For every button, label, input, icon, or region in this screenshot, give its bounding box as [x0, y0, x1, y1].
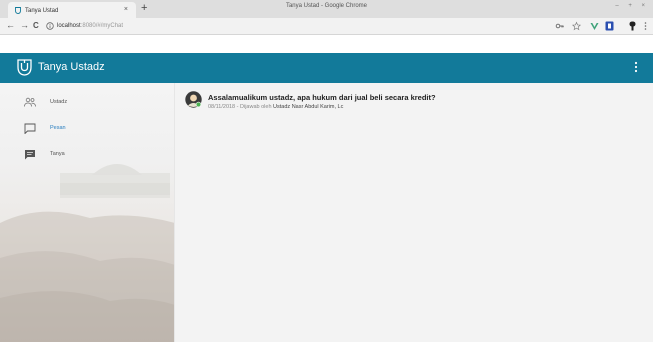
reload-button[interactable]: C [33, 21, 39, 30]
sidebar: Ustadz Pesan Tanya [0, 83, 175, 342]
info-icon[interactable] [46, 22, 54, 30]
browser-toolbar: ← → C localhost:8080/#/myChat [0, 18, 653, 35]
shield-logo-icon [17, 59, 32, 76]
app-title: Tanya Ustadz [38, 61, 105, 73]
question-date: 08/11/2018 [208, 104, 236, 110]
key-icon[interactable] [555, 21, 564, 31]
sidebar-item-label: Ustadz [50, 99, 68, 105]
back-button[interactable]: ← [6, 20, 15, 30]
chrome-menu-icon[interactable] [643, 21, 648, 31]
browser-titlebar: Tanya Ustad - Google Chrome – + × Tanya … [0, 0, 653, 18]
main-content: Assalamualikum ustadz, apa hukum dari ju… [175, 83, 653, 342]
answerer-name: Ustadz Nasr Abdul Karim, Lc [273, 104, 344, 110]
question-title: Assalamualikum ustadz, apa hukum dari ju… [208, 93, 436, 102]
sidebar-item-ustadz[interactable]: Ustadz [0, 94, 174, 112]
sidebar-item-pesan[interactable]: Pesan [0, 120, 174, 138]
new-tab-button[interactable]: + [141, 2, 147, 14]
tab-title: Tanya Ustad [25, 8, 59, 14]
profile-extension-icon[interactable] [628, 21, 637, 31]
tab-favicon-icon [15, 7, 21, 14]
chat-bubble-outline-icon [24, 123, 36, 134]
window-controls[interactable]: – + × [615, 3, 649, 9]
forward-button[interactable]: → [20, 20, 29, 30]
sidebar-item-label: Tanya [50, 151, 65, 157]
list-item[interactable]: Assalamualikum ustadz, apa hukum dari ju… [185, 88, 645, 116]
url-path: :8080/#/myChat [80, 23, 124, 29]
tab-close-icon[interactable]: × [124, 6, 128, 13]
app-toolbar: Tanya Ustadz [0, 53, 653, 83]
chat-bubble-icon [25, 150, 35, 160]
star-icon[interactable] [572, 21, 581, 31]
browser-tab[interactable]: Tanya Ustad × [8, 2, 136, 18]
url-host: localhost [57, 23, 81, 29]
question-meta: 08/11/2018 - Dijawab oleh Ustadz Nasr Ab… [208, 104, 344, 110]
extension-icon[interactable] [605, 21, 614, 31]
user-avatar-icon [185, 91, 202, 108]
group-icon [24, 97, 36, 107]
address-bar[interactable]: localhost:8080/#/myChat [57, 23, 123, 29]
answered-by-label: Dijawab oleh [240, 104, 272, 110]
more-vert-icon[interactable] [634, 61, 638, 73]
sidebar-item-label: Pesan [50, 125, 66, 131]
sidebar-item-tanya[interactable]: Tanya [0, 146, 174, 164]
app-content: Ustadz Pesan Tanya Assalamualikum ustadz… [0, 83, 653, 342]
vue-devtools-icon[interactable] [590, 21, 599, 31]
